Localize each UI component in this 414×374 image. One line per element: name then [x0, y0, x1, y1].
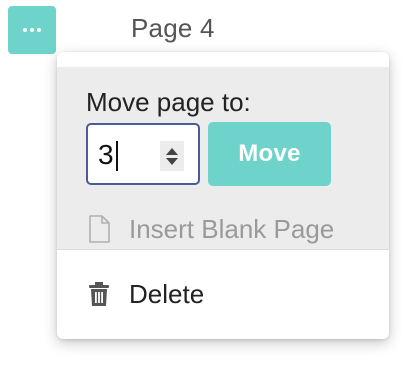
- page-number-field[interactable]: [86, 123, 200, 185]
- page-number-input[interactable]: [98, 137, 158, 173]
- page-title: Page 4: [131, 13, 215, 43]
- stepper-up-icon[interactable]: [166, 147, 178, 155]
- text-caret: [116, 141, 118, 171]
- more-options-button[interactable]: [8, 6, 56, 54]
- delete-label: Delete: [129, 279, 205, 309]
- blank-page-icon: [88, 215, 110, 243]
- ellipsis-icon: [23, 28, 41, 32]
- delete-item[interactable]: Delete: [57, 264, 389, 324]
- stepper-down-icon[interactable]: [166, 157, 178, 165]
- page-options-menu: Move page to: Move Insert Blank Page: [57, 52, 389, 339]
- trash-icon: [88, 281, 110, 307]
- insert-blank-page-item[interactable]: Insert Blank Page: [57, 199, 389, 259]
- move-button[interactable]: Move: [208, 122, 331, 186]
- insert-blank-page-label: Insert Blank Page: [129, 214, 335, 244]
- move-page-label: Move page to:: [86, 87, 251, 117]
- page-number-stepper[interactable]: [160, 141, 184, 171]
